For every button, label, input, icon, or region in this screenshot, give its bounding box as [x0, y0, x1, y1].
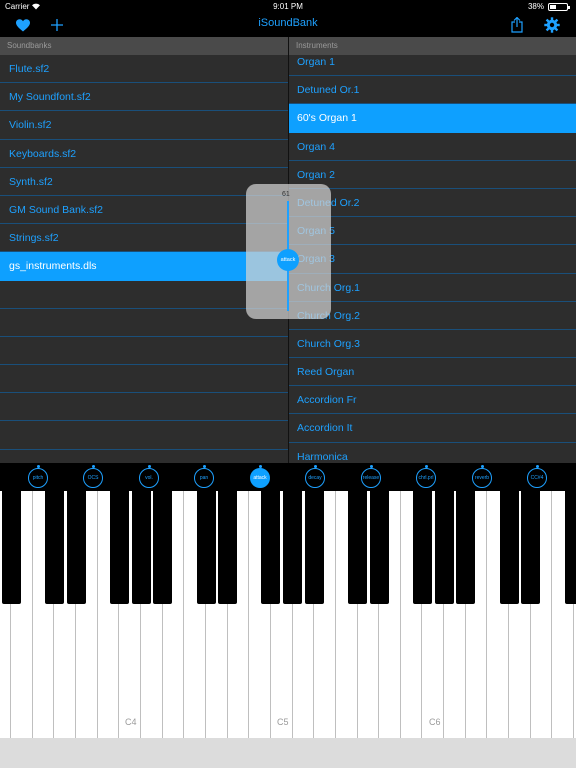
battery-icon [548, 3, 570, 11]
soundbank-item-selected[interactable]: gs_instruments.dls [0, 252, 288, 281]
keyboard-footer [0, 738, 576, 768]
instrument-item[interactable]: Accordion Fr [289, 386, 576, 415]
instrument-item[interactable]: Organ 4 [289, 133, 576, 161]
slider-thumb[interactable]: attack [277, 249, 299, 271]
black-key[interactable] [218, 491, 238, 604]
knob-release[interactable]: release [361, 465, 381, 488]
instrument-item[interactable]: Church Org.3 [289, 330, 576, 359]
attack-slider-popup[interactable]: 61 attack [246, 184, 331, 319]
empty-row [0, 309, 288, 337]
soundbanks-list[interactable]: Flute.sf2 My Soundfont.sf2 Violin.sf2 Ke… [0, 55, 288, 463]
knob-label: decay [308, 475, 322, 481]
octave-label-c6: C6 [429, 717, 441, 727]
knob-decay[interactable]: decay [305, 465, 325, 488]
piano-keyboard[interactable]: C4 C5 C6 [0, 491, 576, 768]
knob-label: pitch [32, 475, 44, 481]
soundbank-item[interactable]: GM Sound Bank.sf2 [0, 196, 288, 225]
black-key[interactable] [413, 491, 432, 604]
empty-row [0, 421, 288, 450]
instrument-item[interactable]: Organ 2 [289, 161, 576, 189]
octave-label-c5: C5 [277, 717, 289, 727]
knob-attack[interactable]: attack [250, 465, 270, 488]
slider-value: 61 [282, 191, 290, 198]
black-key[interactable] [283, 491, 303, 604]
knob-label: chrl.prl [418, 475, 434, 481]
black-key[interactable] [153, 491, 173, 604]
instruments-list[interactable]: Organ 1 Detuned Or.1 60's Organ 1 Organ … [289, 55, 576, 463]
share-icon[interactable] [507, 15, 527, 35]
black-key[interactable] [434, 491, 454, 604]
knob-pan[interactable]: pan [194, 465, 214, 488]
instrument-item[interactable]: Detuned Or.1 [289, 76, 576, 105]
knob-chorus[interactable]: chrl.prl [416, 465, 436, 488]
black-key[interactable] [348, 491, 368, 604]
knob-label: pan [199, 475, 209, 481]
knob-ocs[interactable]: OCS [83, 465, 103, 488]
knob-cc4[interactable]: CC#4 [527, 465, 547, 488]
knob-volume[interactable]: vol. [139, 465, 159, 488]
soundbanks-header: Soundbanks [0, 37, 288, 55]
black-key[interactable] [196, 491, 216, 604]
black-key[interactable] [261, 491, 281, 604]
knob-label: reverb [474, 475, 490, 481]
status-bar: Carrier 9:01 PM 38% [0, 0, 576, 12]
instrument-item[interactable]: Church Org.2 [289, 302, 576, 330]
black-key[interactable] [521, 491, 541, 604]
knob-label: release [362, 475, 380, 481]
slider-label: attack [280, 257, 296, 263]
instrument-item-selected[interactable]: 60's Organ 1 [289, 104, 576, 133]
knob-reverb[interactable]: reverb [472, 465, 492, 488]
gear-icon[interactable] [542, 15, 562, 35]
instrument-item[interactable]: Harmonica [289, 443, 576, 463]
empty-row [0, 337, 288, 366]
instrument-item[interactable]: Detuned Or.2 [289, 189, 576, 218]
status-time: 9:01 PM [273, 2, 303, 11]
soundbank-item[interactable]: Violin.sf2 [0, 111, 288, 140]
instrument-item[interactable]: Reed Organ [289, 358, 576, 387]
knob-pitch[interactable]: pitch [28, 465, 48, 488]
octave-label-c4: C4 [125, 717, 137, 727]
soundbank-item[interactable]: Flute.sf2 [0, 55, 288, 84]
empty-row [0, 365, 288, 394]
empty-row [0, 393, 288, 422]
app-title: iSoundBank [258, 17, 318, 29]
black-key[interactable] [66, 491, 86, 604]
soundbank-item[interactable]: Strings.sf2 [0, 224, 288, 253]
controller-knob-strip: pitch OCS vol. pan attack decay release … [0, 463, 576, 491]
soundbank-item[interactable]: Synth.sf2 [0, 168, 288, 196]
black-key[interactable] [456, 491, 476, 604]
empty-row [0, 450, 288, 463]
knob-label: CC#4 [530, 475, 544, 481]
instrument-item[interactable]: Organ 1 [289, 55, 576, 77]
black-key[interactable] [564, 491, 576, 604]
instruments-header: Instruments [289, 37, 576, 55]
knob-label: attack [253, 475, 267, 481]
knob-label: OCS [87, 475, 99, 481]
soundbank-item[interactable]: Keyboards.sf2 [0, 140, 288, 168]
black-key[interactable] [109, 491, 129, 604]
black-key[interactable] [44, 491, 64, 604]
instrument-item[interactable]: Church Org.1 [289, 274, 576, 302]
black-key[interactable] [304, 491, 324, 604]
instrument-item[interactable]: Organ 3 [289, 245, 576, 274]
instrument-item[interactable]: Accordion It [289, 414, 576, 443]
battery-percent: 38% [527, 2, 544, 11]
black-key[interactable] [1, 491, 21, 604]
black-key[interactable] [369, 491, 389, 604]
nav-bar: iSoundBank [0, 12, 576, 37]
black-key[interactable] [131, 491, 151, 604]
soundbank-item[interactable]: My Soundfont.sf2 [0, 83, 288, 112]
black-key[interactable] [499, 491, 519, 604]
instrument-item[interactable]: Organ 5 [289, 217, 576, 246]
knob-label: vol. [145, 475, 153, 481]
empty-row [0, 281, 288, 309]
